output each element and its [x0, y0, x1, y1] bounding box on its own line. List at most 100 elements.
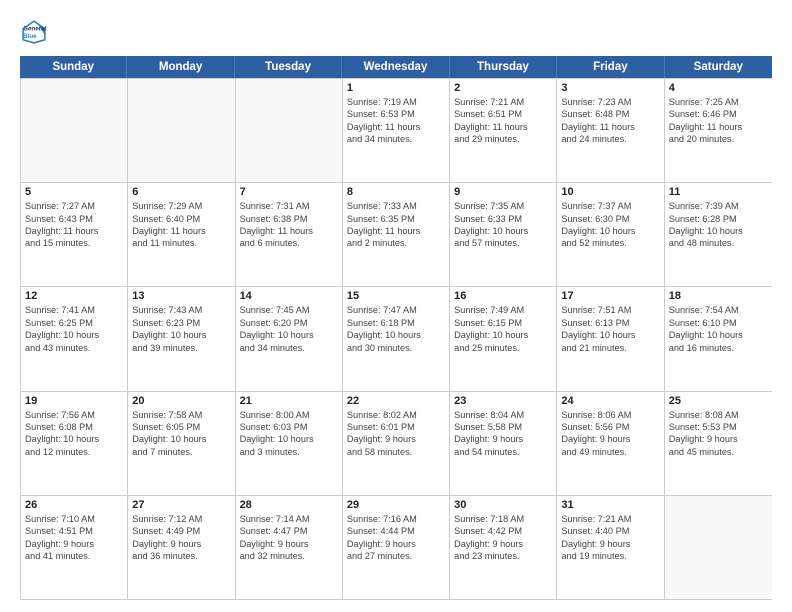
- cell-line: Sunrise: 7:18 AM: [454, 513, 552, 525]
- calendar-day-12: 12Sunrise: 7:41 AMSunset: 6:25 PMDayligh…: [21, 287, 128, 390]
- header-day-sunday: Sunday: [20, 56, 127, 78]
- cell-line: and 34 minutes.: [347, 133, 445, 145]
- cell-line: Sunrise: 7:49 AM: [454, 304, 552, 316]
- cell-line: Sunrise: 7:33 AM: [347, 200, 445, 212]
- cell-line: and 11 minutes.: [132, 237, 230, 249]
- cell-line: Sunset: 6:38 PM: [240, 213, 338, 225]
- day-number: 13: [132, 290, 230, 302]
- svg-text:Blue: Blue: [23, 33, 37, 40]
- cell-line: Sunrise: 8:02 AM: [347, 409, 445, 421]
- cell-line: and 15 minutes.: [25, 237, 123, 249]
- cell-line: Sunrise: 7:12 AM: [132, 513, 230, 525]
- cell-line: Daylight: 9 hours: [669, 433, 768, 445]
- cell-line: Sunset: 6:30 PM: [561, 213, 659, 225]
- cell-line: Sunrise: 8:00 AM: [240, 409, 338, 421]
- cell-line: Sunrise: 7:47 AM: [347, 304, 445, 316]
- day-number: 18: [669, 290, 768, 302]
- day-number: 26: [25, 499, 123, 511]
- calendar-header: SundayMondayTuesdayWednesdayThursdayFrid…: [20, 56, 772, 78]
- day-number: 20: [132, 395, 230, 407]
- day-number: 21: [240, 395, 338, 407]
- calendar: SundayMondayTuesdayWednesdayThursdayFrid…: [20, 56, 772, 600]
- day-number: 3: [561, 82, 659, 94]
- day-number: 30: [454, 499, 552, 511]
- cell-line: and 2 minutes.: [347, 237, 445, 249]
- header-day-saturday: Saturday: [665, 56, 772, 78]
- cell-line: Daylight: 10 hours: [347, 329, 445, 341]
- calendar-day-15: 15Sunrise: 7:47 AMSunset: 6:18 PMDayligh…: [343, 287, 450, 390]
- cell-line: and 45 minutes.: [669, 446, 768, 458]
- cell-line: and 48 minutes.: [669, 237, 768, 249]
- cell-line: and 6 minutes.: [240, 237, 338, 249]
- day-number: 12: [25, 290, 123, 302]
- cell-line: and 30 minutes.: [347, 342, 445, 354]
- cell-line: Sunrise: 7:14 AM: [240, 513, 338, 525]
- day-number: 6: [132, 186, 230, 198]
- header-day-friday: Friday: [557, 56, 664, 78]
- cell-line: and 19 minutes.: [561, 550, 659, 562]
- cell-line: Daylight: 11 hours: [347, 225, 445, 237]
- cell-line: Daylight: 9 hours: [347, 433, 445, 445]
- day-number: 7: [240, 186, 338, 198]
- cell-line: Daylight: 10 hours: [25, 329, 123, 341]
- cell-line: Daylight: 11 hours: [561, 121, 659, 133]
- page: General Blue SundayMondayTuesdayWednesda…: [0, 0, 792, 612]
- calendar-day-20: 20Sunrise: 7:58 AMSunset: 6:05 PMDayligh…: [128, 392, 235, 495]
- header-day-thursday: Thursday: [450, 56, 557, 78]
- day-number: 23: [454, 395, 552, 407]
- cell-line: Sunset: 6:15 PM: [454, 317, 552, 329]
- calendar-row-5: 26Sunrise: 7:10 AMSunset: 4:51 PMDayligh…: [21, 495, 772, 599]
- calendar-empty-cell: [128, 79, 235, 182]
- cell-line: Sunrise: 7:56 AM: [25, 409, 123, 421]
- cell-line: Sunset: 6:01 PM: [347, 421, 445, 433]
- cell-line: and 34 minutes.: [240, 342, 338, 354]
- cell-line: Sunrise: 7:35 AM: [454, 200, 552, 212]
- calendar-row-4: 19Sunrise: 7:56 AMSunset: 6:08 PMDayligh…: [21, 391, 772, 495]
- cell-line: and 43 minutes.: [25, 342, 123, 354]
- day-number: 4: [669, 82, 768, 94]
- calendar-day-21: 21Sunrise: 8:00 AMSunset: 6:03 PMDayligh…: [236, 392, 343, 495]
- cell-line: Daylight: 10 hours: [669, 329, 768, 341]
- cell-line: Daylight: 11 hours: [132, 225, 230, 237]
- day-number: 24: [561, 395, 659, 407]
- calendar-day-3: 3Sunrise: 7:23 AMSunset: 6:48 PMDaylight…: [557, 79, 664, 182]
- cell-line: and 12 minutes.: [25, 446, 123, 458]
- cell-line: Sunrise: 7:31 AM: [240, 200, 338, 212]
- header-day-tuesday: Tuesday: [235, 56, 342, 78]
- day-number: 15: [347, 290, 445, 302]
- cell-line: Sunset: 5:53 PM: [669, 421, 768, 433]
- cell-line: and 24 minutes.: [561, 133, 659, 145]
- cell-line: Sunset: 6:33 PM: [454, 213, 552, 225]
- cell-line: Sunrise: 7:21 AM: [561, 513, 659, 525]
- cell-line: Sunrise: 7:21 AM: [454, 96, 552, 108]
- day-number: 5: [25, 186, 123, 198]
- calendar-day-5: 5Sunrise: 7:27 AMSunset: 6:43 PMDaylight…: [21, 183, 128, 286]
- calendar-day-18: 18Sunrise: 7:54 AMSunset: 6:10 PMDayligh…: [665, 287, 772, 390]
- calendar-day-4: 4Sunrise: 7:25 AMSunset: 6:46 PMDaylight…: [665, 79, 772, 182]
- cell-line: Sunset: 6:25 PM: [25, 317, 123, 329]
- cell-line: Daylight: 9 hours: [25, 538, 123, 550]
- cell-line: Sunrise: 7:16 AM: [347, 513, 445, 525]
- cell-line: Sunrise: 7:58 AM: [132, 409, 230, 421]
- cell-line: Sunset: 4:42 PM: [454, 525, 552, 537]
- calendar-day-9: 9Sunrise: 7:35 AMSunset: 6:33 PMDaylight…: [450, 183, 557, 286]
- calendar-day-17: 17Sunrise: 7:51 AMSunset: 6:13 PMDayligh…: [557, 287, 664, 390]
- cell-line: Sunrise: 7:54 AM: [669, 304, 768, 316]
- cell-line: Sunset: 6:28 PM: [669, 213, 768, 225]
- calendar-row-2: 5Sunrise: 7:27 AMSunset: 6:43 PMDaylight…: [21, 182, 772, 286]
- cell-line: Daylight: 10 hours: [669, 225, 768, 237]
- cell-line: and 7 minutes.: [132, 446, 230, 458]
- cell-line: and 32 minutes.: [240, 550, 338, 562]
- cell-line: and 54 minutes.: [454, 446, 552, 458]
- day-number: 31: [561, 499, 659, 511]
- day-number: 28: [240, 499, 338, 511]
- calendar-day-8: 8Sunrise: 7:33 AMSunset: 6:35 PMDaylight…: [343, 183, 450, 286]
- calendar-day-31: 31Sunrise: 7:21 AMSunset: 4:40 PMDayligh…: [557, 496, 664, 599]
- cell-line: Daylight: 10 hours: [25, 433, 123, 445]
- cell-line: Daylight: 9 hours: [561, 433, 659, 445]
- svg-text:General: General: [23, 25, 46, 32]
- calendar-day-19: 19Sunrise: 7:56 AMSunset: 6:08 PMDayligh…: [21, 392, 128, 495]
- day-number: 9: [454, 186, 552, 198]
- cell-line: and 57 minutes.: [454, 237, 552, 249]
- calendar-day-27: 27Sunrise: 7:12 AMSunset: 4:49 PMDayligh…: [128, 496, 235, 599]
